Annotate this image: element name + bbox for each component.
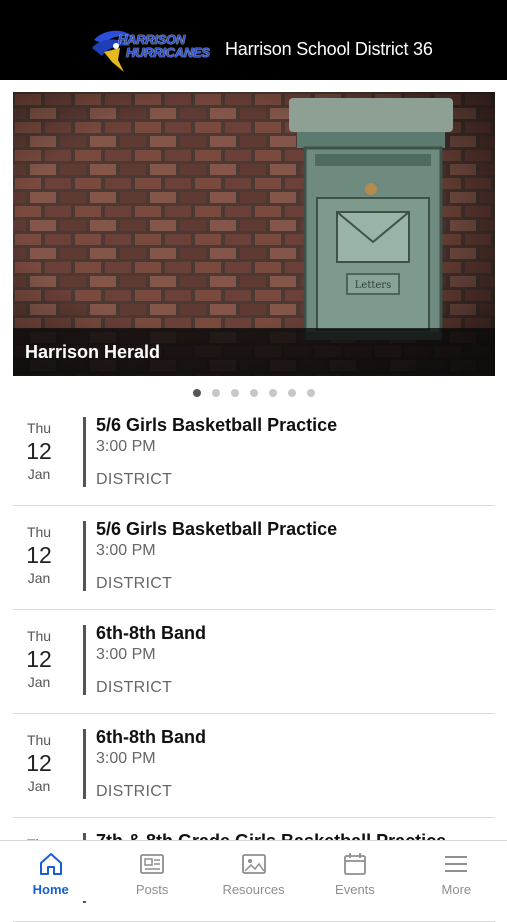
event-time: 3:00 PM [96,646,156,663]
calendar-icon [344,853,366,875]
logo-wordmark: HARRISON HURRICANES [118,32,210,60]
carousel-pager[interactable] [0,386,507,400]
tab-label: Events [335,882,375,897]
tab-label: Resources [222,882,285,897]
tab-home[interactable]: Home [0,841,101,901]
tab-more[interactable]: More [406,841,507,901]
pager-dot[interactable] [268,389,277,397]
featured-banner[interactable]: Letters Harrison Herald [13,92,495,376]
event-title: 5/6 Girls Basketball Practice [96,519,338,539]
event-divider [83,625,86,695]
event-divider [83,417,86,487]
tab-label: More [441,882,472,897]
event-day: 12 [26,646,52,672]
event-item[interactable]: Thu 12 Jan 6th-8th Band 3:00 PM DISTRICT [13,610,495,714]
bottom-tab-bar: Home Posts Resources Events More [0,840,507,901]
event-weekday: Thu [26,420,52,436]
event-month: Jan [27,778,51,794]
event-date: Thu 12 Jan [13,628,65,690]
pager-dot[interactable] [192,389,201,397]
tab-events[interactable]: Events [304,841,405,901]
event-date: Thu 12 Jan [13,420,65,482]
home-icon [39,853,62,875]
event-month: Jan [27,570,51,586]
pager-dot[interactable] [287,389,296,397]
event-day: 12 [26,542,52,568]
event-divider [83,521,86,591]
event-location: DISTRICT [96,679,173,696]
tab-label: Posts [135,882,169,897]
mailbox-label: Letters [355,280,391,291]
pager-dot[interactable] [211,389,220,397]
tab-resources[interactable]: Resources [203,841,304,901]
event-title: 5/6 Girls Basketball Practice [96,415,338,435]
pager-dot[interactable] [249,389,258,397]
event-month: Jan [27,674,51,690]
event-date: Thu 12 Jan [13,524,65,586]
event-item[interactable]: Thu 12 Jan 6th-8th Band 3:00 PM DISTRICT [13,714,495,818]
tab-label: Home [32,882,69,897]
event-location: DISTRICT [96,471,173,488]
pager-dot[interactable] [306,389,315,397]
event-title: 6th-8th Band [96,727,206,747]
banner-title: Harrison Herald [25,342,161,362]
event-location: DISTRICT [96,783,173,800]
posts-icon [140,854,165,874]
pager-dot[interactable] [230,389,239,397]
event-time: 3:00 PM [96,750,156,767]
event-title: 6th-8th Band [96,623,206,643]
event-divider [83,729,86,799]
tab-posts[interactable]: Posts [101,841,202,901]
district-logo: HARRISON HURRICANES [90,26,216,78]
event-day: 12 [26,438,52,464]
event-weekday: Thu [26,628,52,644]
banner-caption: Harrison Herald [13,328,495,376]
event-location: DISTRICT [96,575,173,592]
image-icon [241,854,266,874]
event-item[interactable]: Thu 12 Jan 5/6 Girls Basketball Practice… [13,402,495,506]
event-time: 3:00 PM [96,542,156,559]
event-time: 3:00 PM [96,438,156,455]
event-month: Jan [27,466,51,482]
event-item[interactable]: Thu 12 Jan 5/6 Girls Basketball Practice… [13,506,495,610]
event-weekday: Thu [26,732,52,748]
event-date: Thu 12 Jan [13,732,65,794]
app-header: HARRISON HURRICANES Harrison School Dist… [0,0,507,80]
event-weekday: Thu [26,524,52,540]
event-day: 12 [26,750,52,776]
page-title: Harrison School District 36 [225,39,433,59]
menu-icon [445,856,468,872]
